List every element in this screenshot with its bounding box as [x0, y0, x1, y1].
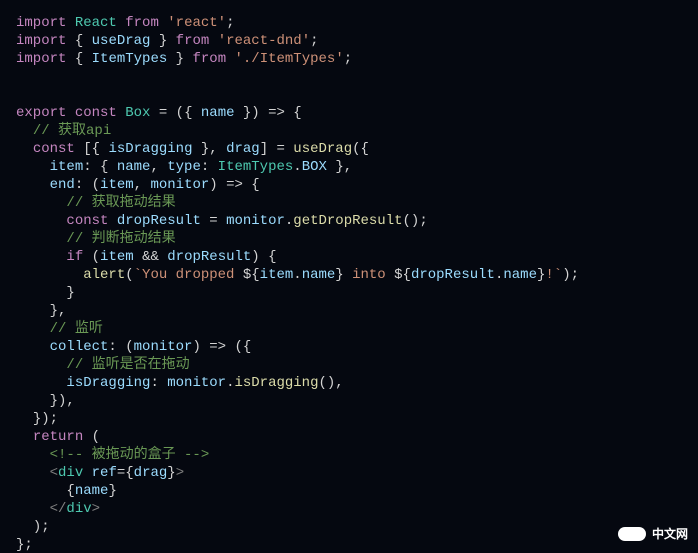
comment: // 获取api [33, 123, 111, 139]
watermark-pill-icon [618, 527, 646, 541]
watermark-badge: 中文网 [618, 525, 688, 543]
keyword-import: import [16, 15, 66, 31]
watermark-text: 中文网 [652, 525, 688, 543]
code-block: import React from 'react'; import { useD… [0, 0, 698, 553]
